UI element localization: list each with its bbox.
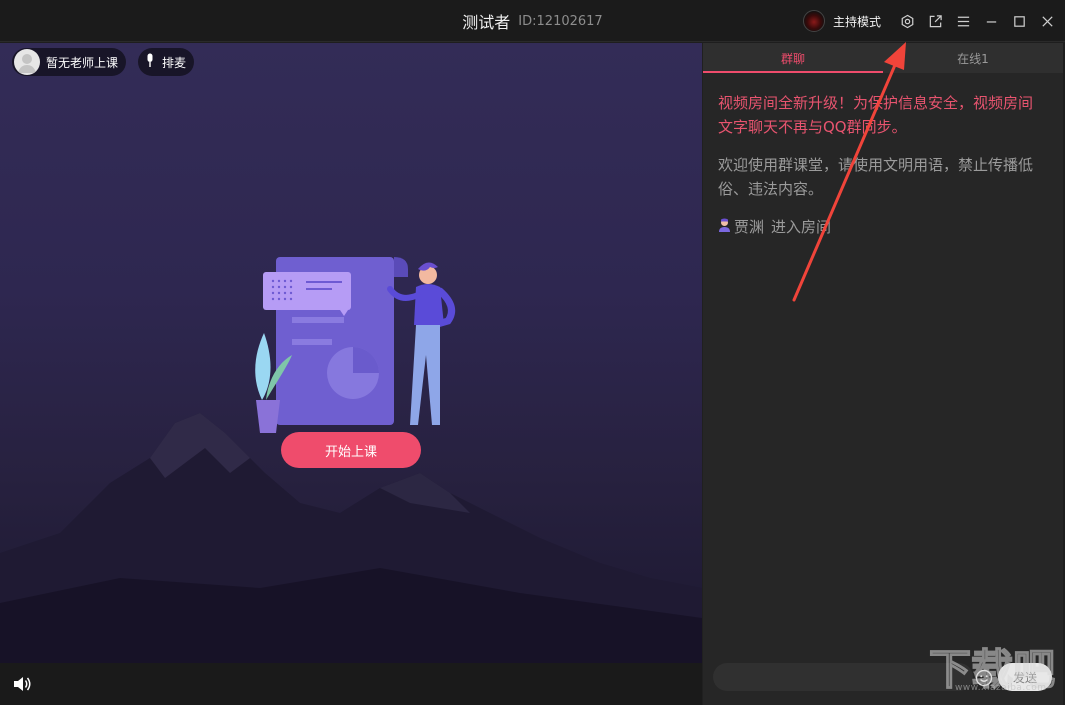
chat-input[interactable]: [713, 663, 973, 691]
watermark-url: www.xiazaiba.com: [955, 683, 1047, 693]
join-text: 进入房间: [771, 215, 831, 239]
chat-panel: 群聊 在线1 视频房间全新升级！为保护信息安全，视频房间文字聊天不再与QQ群同步…: [702, 43, 1063, 705]
host-mode-label[interactable]: 主持模式: [833, 13, 881, 30]
class-illustration: [248, 255, 463, 435]
teacher-avatar: [14, 49, 40, 75]
chat-tabs: 群聊 在线1: [703, 43, 1063, 73]
chat-messages: 视频房间全新升级！为保护信息安全，视频房间文字聊天不再与QQ群同步。 欢迎使用群…: [703, 73, 1063, 239]
microphone-icon: [144, 53, 156, 71]
join-user-name: 贾渊: [734, 215, 764, 239]
host-avatar[interactable]: [803, 10, 825, 32]
title-bar-controls: 主持模式: [803, 0, 1055, 42]
user-id: ID:12102617: [518, 14, 602, 29]
teacher-status-pill[interactable]: 暂无老师上课: [12, 48, 126, 76]
video-control-bar: [0, 663, 702, 705]
teacher-status-label: 暂无老师上课: [46, 54, 118, 71]
tab-online[interactable]: 在线1: [883, 43, 1063, 73]
tab-group-chat[interactable]: 群聊: [703, 43, 883, 73]
welcome-message: 欢迎使用群课堂，请使用文明用语，禁止传播低俗、违法内容。: [718, 153, 1047, 201]
menu-icon[interactable]: [955, 13, 971, 29]
user-icon: [718, 215, 731, 239]
system-notice-message: 视频房间全新升级！为保护信息安全，视频房间文字聊天不再与QQ群同步。: [718, 91, 1047, 139]
window-title: 测试者: [462, 9, 510, 33]
video-stage: 暂无老师上课 排麦 开始上课: [0, 43, 702, 663]
join-message: 贾渊 进入房间: [718, 215, 1047, 239]
volume-icon[interactable]: [12, 675, 32, 693]
start-class-button[interactable]: 开始上课: [281, 432, 421, 468]
title-bar: 测试者 ID:12102617 主持模式: [0, 0, 1065, 42]
queue-mic-label: 排麦: [162, 54, 186, 71]
close-icon[interactable]: [1039, 13, 1055, 29]
share-icon[interactable]: [927, 13, 943, 29]
gear-icon[interactable]: [899, 13, 915, 29]
maximize-icon[interactable]: [1011, 13, 1027, 29]
queue-mic-button[interactable]: 排麦: [138, 48, 194, 76]
minimize-icon[interactable]: [983, 13, 999, 29]
